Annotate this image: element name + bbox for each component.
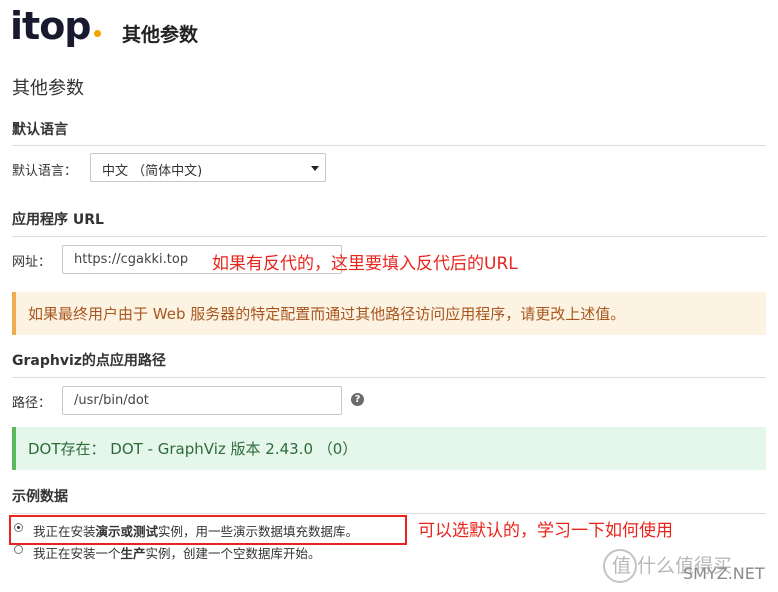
sample-data-annotation: 可以选默认的，学习一下如何使用 bbox=[418, 521, 673, 541]
app-url-label: 网址： bbox=[12, 255, 52, 270]
app-url-value: https://cgakki.top bbox=[74, 252, 189, 267]
radio-demo-label[interactable]: 我正在安装演示或测试实例，用一些演示数据填充数据库。 bbox=[33, 521, 358, 540]
page-title: 其他参数 bbox=[12, 78, 84, 99]
default-language-select[interactable]: 中文 （简体中文) bbox=[90, 153, 326, 182]
radio-production[interactable] bbox=[14, 545, 23, 554]
radio-demo-suffix: 实例，用一些演示数据填充数据库。 bbox=[158, 524, 359, 539]
chevron-down-icon bbox=[311, 166, 319, 171]
radio-demo-prefix: 我正在安装 bbox=[33, 524, 96, 539]
success-text: DOT存在： DOT - GraphViz 版本 2.43.0 （0） bbox=[28, 440, 358, 458]
divider bbox=[12, 145, 766, 146]
radio-prod-prefix: 我正在安装一个 bbox=[33, 546, 121, 561]
watermark-sub: SMYZ.NET bbox=[683, 564, 765, 583]
logo-dot-icon bbox=[93, 30, 101, 37]
radio-prod-suffix: 实例，创建一个空数据库开始。 bbox=[145, 546, 321, 561]
radio-demo-data[interactable] bbox=[14, 523, 23, 532]
app-url-warning: 如果最终用户由于 Web 服务器的特定配置而通过其他路径访问应用程序，请更改上述… bbox=[12, 292, 766, 335]
divider bbox=[12, 377, 766, 378]
logo-text: itop bbox=[10, 4, 91, 48]
radio-production-label[interactable]: 我正在安装一个生产实例，创建一个空数据库开始。 bbox=[33, 543, 321, 562]
divider bbox=[12, 513, 766, 514]
itop-logo: itop bbox=[10, 4, 101, 48]
section-title-graphviz: Graphviz的点应用路径 bbox=[12, 353, 166, 369]
divider bbox=[12, 236, 766, 237]
app-url-annotation: 如果有反代的，这里要填入反代后的URL bbox=[212, 254, 518, 274]
warning-text: 如果最终用户由于 Web 服务器的特定配置而通过其他路径访问应用程序，请更改上述… bbox=[28, 305, 626, 323]
graphviz-success: DOT存在： DOT - GraphViz 版本 2.43.0 （0） bbox=[12, 427, 766, 470]
help-icon[interactable]: ? bbox=[351, 393, 364, 406]
default-language-selected-value: 中文 （简体中文) bbox=[102, 164, 203, 179]
radio-prod-bold: 生产 bbox=[120, 546, 146, 561]
graphviz-path-value: /usr/bin/dot bbox=[74, 393, 149, 408]
graphviz-path-input[interactable]: /usr/bin/dot bbox=[62, 386, 342, 415]
default-language-label: 默认语言： bbox=[12, 164, 78, 179]
section-title-default-language: 默认语言 bbox=[12, 122, 68, 138]
radio-demo-bold: 演示或测试 bbox=[95, 524, 159, 539]
header-title: 其他参数 bbox=[122, 24, 199, 46]
section-title-sample-data: 示例数据 bbox=[12, 489, 68, 505]
graphviz-path-label: 路径： bbox=[12, 396, 52, 411]
section-title-app-url: 应用程序 URL bbox=[12, 212, 104, 228]
